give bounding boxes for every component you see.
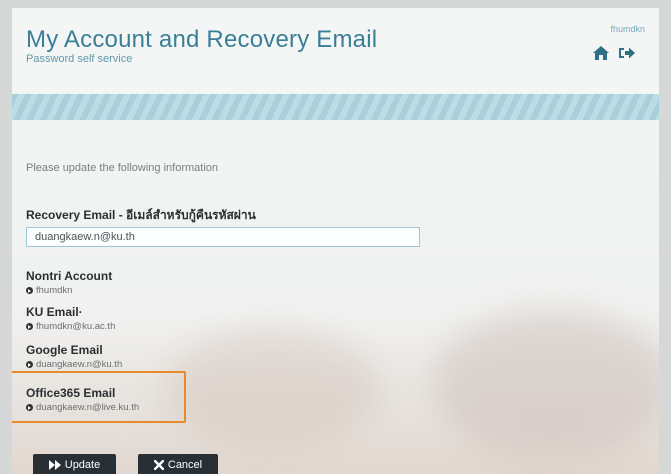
office365-email-value: duangkaew.n@live.ku.th bbox=[26, 402, 139, 413]
header-banner bbox=[12, 94, 659, 120]
page-header: My Account and Recovery Email Password s… bbox=[12, 8, 659, 94]
ku-email-text: fhumdkn@ku.ac.th bbox=[36, 321, 116, 332]
arrow-circle-icon bbox=[26, 404, 33, 411]
office365-email-text: duangkaew.n@live.ku.th bbox=[36, 402, 140, 413]
arrow-circle-icon bbox=[26, 323, 33, 330]
screen-frame: My Account and Recovery Email Password s… bbox=[0, 0, 671, 474]
cancel-button[interactable]: Cancel bbox=[138, 454, 218, 474]
arrow-circle-icon bbox=[26, 287, 33, 294]
nontri-account-text: fhumdkn bbox=[36, 285, 73, 296]
page-subtitle: Password self service bbox=[26, 53, 133, 65]
app-panel: My Account and Recovery Email Password s… bbox=[12, 8, 659, 474]
close-icon bbox=[153, 460, 164, 470]
fast-forward-icon bbox=[48, 460, 61, 470]
google-email-value: duangkaew.n@ku.th bbox=[26, 359, 122, 370]
background-blur bbox=[432, 310, 659, 460]
background-blur bbox=[162, 330, 382, 450]
intro-text: Please update the following information bbox=[26, 162, 219, 174]
cancel-button-label: Cancel bbox=[167, 459, 203, 471]
sign-out-icon[interactable] bbox=[618, 45, 636, 61]
update-button[interactable]: Update bbox=[33, 454, 116, 474]
update-button-label: Update bbox=[64, 459, 101, 471]
nontri-account-value: fhumdkn bbox=[26, 285, 72, 296]
recovery-email-label: Recovery Email - อีเมล์สำหรับกู้คืนรหัสผ… bbox=[26, 208, 256, 222]
home-icon[interactable] bbox=[592, 45, 610, 61]
nontri-account-label: Nontri Account bbox=[26, 269, 113, 283]
ku-email-label: KU Email· bbox=[26, 305, 83, 319]
google-email-label: Google Email bbox=[26, 343, 103, 357]
username-label: fhumdkn bbox=[610, 24, 645, 34]
ku-email-value: fhumdkn@ku.ac.th bbox=[26, 321, 115, 332]
arrow-circle-icon bbox=[26, 361, 33, 368]
office365-email-label: Office365 Email bbox=[26, 386, 116, 400]
google-email-text: duangkaew.n@ku.th bbox=[36, 359, 123, 370]
form-area: Please update the following information … bbox=[12, 120, 659, 474]
recovery-email-input[interactable] bbox=[26, 227, 420, 247]
page-title: My Account and Recovery Email bbox=[26, 26, 378, 53]
